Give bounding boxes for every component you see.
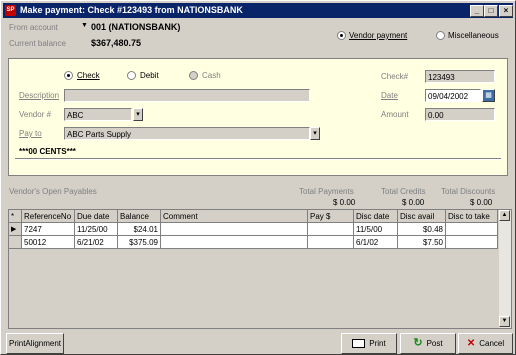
window-title: Make payment: Check #123493 from NATIONS… <box>20 5 243 15</box>
table-row-1-disc-avail[interactable]: $0.48 <box>398 223 446 236</box>
miscellaneous-radio[interactable] <box>436 31 445 40</box>
print-alignment-button[interactable]: PrintAlignment <box>6 333 64 354</box>
grid-header-balance[interactable]: Balance <box>118 210 161 223</box>
cancel-button[interactable]: ✕ Cancel <box>458 333 513 354</box>
description-label: Description <box>19 91 60 100</box>
debit-method-label[interactable]: Debit <box>140 71 159 80</box>
total-credits-label: Total Credits <box>381 187 426 196</box>
scroll-up-icon[interactable]: ▲ <box>499 210 510 221</box>
row-indicator-icon: ▶ <box>9 223 22 236</box>
vendor-number-field[interactable]: ABC <box>64 108 132 121</box>
table-row-1-disc-date[interactable]: 11/5/00 <box>354 223 398 236</box>
table-row-1-comment[interactable] <box>161 223 308 236</box>
check-number-label: Check# <box>381 72 409 81</box>
miscellaneous-label[interactable]: Miscellaneous <box>448 31 499 40</box>
close-button[interactable]: × <box>499 5 513 17</box>
current-balance-value: $367,480.75 <box>91 38 142 48</box>
cancel-x-icon: ✕ <box>466 338 476 350</box>
pay-to-field[interactable]: ABC Parts Supply <box>64 127 310 140</box>
table-row-1-balance[interactable]: $24.01 <box>118 223 161 236</box>
make-payment-window: SP Make payment: Check #123493 from NATI… <box>0 0 516 355</box>
vendor-dropdown-icon[interactable]: ▾ <box>133 108 143 121</box>
total-payments-label: Total Payments <box>299 187 354 196</box>
payables-grid[interactable]: * ReferenceNo Due date Balance Comment P… <box>8 209 512 329</box>
table-row-1-reference[interactable]: 7247 <box>22 223 75 236</box>
total-discounts-label: Total Discounts <box>441 187 496 196</box>
table-row-1-disc-to-take[interactable] <box>446 223 498 236</box>
cash-method-label: Cash <box>202 71 221 80</box>
current-balance-label: Current balance <box>9 39 66 48</box>
row-indicator-blank <box>9 236 22 249</box>
cancel-button-label: Cancel <box>479 339 505 348</box>
total-payments-value: $ 0.00 <box>333 198 356 207</box>
grid-header-pay[interactable]: Pay $ <box>308 210 354 223</box>
date-label: Date <box>381 91 398 100</box>
printer-icon <box>352 339 366 349</box>
table-row-2-balance[interactable]: $375.09 <box>118 236 161 249</box>
pay-to-label: Pay to <box>19 129 42 138</box>
maximize-button[interactable]: □ <box>484 5 498 17</box>
refresh-icon: ↻ <box>413 337 423 350</box>
cash-method-radio <box>189 71 198 80</box>
amount-in-words: ***00 CENTS*** <box>19 147 76 156</box>
amount-label: Amount <box>381 110 409 119</box>
table-row-2-pay[interactable] <box>308 236 354 249</box>
check-method-label[interactable]: Check <box>77 71 100 80</box>
vendor-payment-radio[interactable] <box>337 31 346 40</box>
grid-header-comment[interactable]: Comment <box>161 210 308 223</box>
table-row-2-reference[interactable]: 50012 <box>22 236 75 249</box>
calendar-icon[interactable]: ▦ <box>482 89 495 102</box>
check-panel: Check Debit Cash Check# 123493 Descripti… <box>8 58 508 176</box>
debit-method-radio[interactable] <box>127 71 136 80</box>
grid-header-disc-avail[interactable]: Disc avail <box>398 210 446 223</box>
total-credits-value: $ 0.00 <box>402 198 425 207</box>
post-button-label: Post <box>426 339 443 348</box>
from-account-label: From account <box>9 23 58 32</box>
post-button[interactable]: ↻ Post <box>400 333 456 354</box>
check-number-field[interactable]: 123493 <box>425 70 495 83</box>
vendor-payment-label[interactable]: Vendor payment <box>349 31 407 40</box>
from-account-value[interactable]: 001 (NATIONSBANK) <box>91 22 180 32</box>
table-row-2-disc-avail[interactable]: $7.50 <box>398 236 446 249</box>
pay-to-dropdown-icon[interactable]: ▾ <box>310 127 320 140</box>
table-row-1-pay[interactable] <box>308 223 354 236</box>
table-row-1-due-date[interactable]: 11/25/00 <box>75 223 118 236</box>
print-button-label: Print <box>369 339 386 348</box>
app-icon: SP <box>5 5 16 16</box>
title-bar[interactable]: SP Make payment: Check #123493 from NATI… <box>3 3 513 18</box>
table-row-2-comment[interactable] <box>161 236 308 249</box>
check-method-radio[interactable] <box>64 71 73 80</box>
description-field[interactable] <box>64 89 310 102</box>
scroll-down-icon[interactable]: ▼ <box>499 316 510 327</box>
total-discounts-value: $ 0.00 <box>470 198 493 207</box>
grid-header-marker: * <box>9 210 22 223</box>
grid-header-due-date[interactable]: Due date <box>75 210 118 223</box>
date-field[interactable]: 09/04/2002 <box>425 89 481 102</box>
table-row-2-due-date[interactable]: 6/21/02 <box>75 236 118 249</box>
amount-field[interactable]: 0.00 <box>425 108 495 121</box>
open-payables-label: Vendor's Open Payables <box>9 187 97 196</box>
grid-scrollbar[interactable]: ▲ ▼ <box>499 210 511 328</box>
table-row-2-disc-to-take[interactable] <box>446 236 498 249</box>
check-divider <box>15 158 501 160</box>
vendor-number-label: Vendor # <box>19 110 52 119</box>
from-account-dropdown-icon[interactable]: ▼ <box>81 22 88 29</box>
grid-header-disc-to-take[interactable]: Disc to take <box>446 210 498 223</box>
grid-header-reference[interactable]: ReferenceNo <box>22 210 75 223</box>
table-row-2-disc-date[interactable]: 6/1/02 <box>354 236 398 249</box>
minimize-button[interactable]: _ <box>470 5 484 17</box>
print-button[interactable]: Print <box>341 333 397 354</box>
grid-header-disc-date[interactable]: Disc date <box>354 210 398 223</box>
